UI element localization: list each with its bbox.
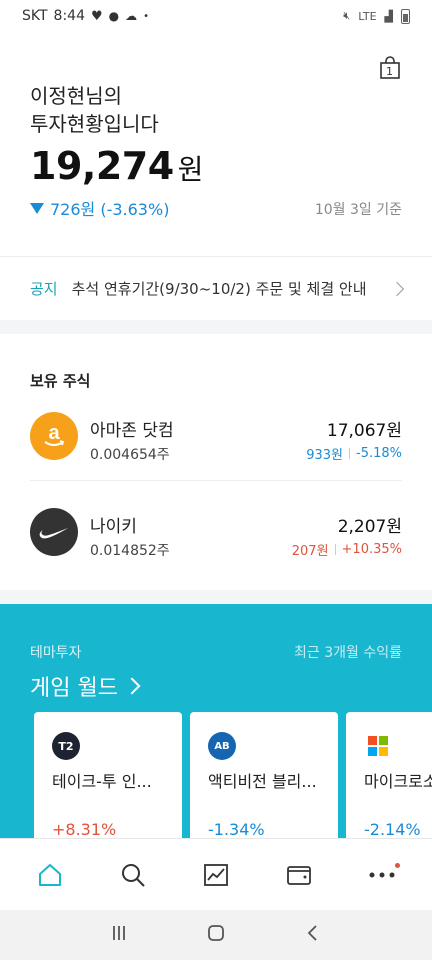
carrier-label: SKT bbox=[22, 8, 48, 24]
change-percent: +10.35% bbox=[341, 542, 402, 557]
cloud-icon: ☁ bbox=[125, 9, 138, 23]
stock-change: 207원 +10.35% bbox=[292, 540, 402, 559]
activision-logo-icon: AB bbox=[208, 732, 236, 760]
chart-icon bbox=[204, 863, 228, 886]
total-amount: 19,274 bbox=[30, 144, 174, 188]
total-value: 19,274 원 bbox=[30, 144, 203, 188]
stock-value: 17,067원 bbox=[326, 421, 402, 441]
theme-title: 게임 월드 bbox=[30, 676, 118, 701]
theme-label: 테마투자 bbox=[30, 645, 82, 661]
more-icon bbox=[369, 872, 395, 877]
logo-text: AB bbox=[214, 740, 230, 752]
nav-home[interactable] bbox=[20, 845, 80, 905]
theme-investment-section: 테마투자 최근 3개월 수익률 게임 월드 T2 테이크-투 인... +8.3… bbox=[0, 604, 432, 838]
theme-title-link[interactable]: 게임 월드 bbox=[30, 670, 141, 702]
card-name: 액티비전 블리... bbox=[208, 772, 317, 791]
greeting-line2: 투자현황입니다 bbox=[30, 112, 159, 136]
theme-card[interactable]: 마이크로소프트 -2.14% bbox=[346, 712, 432, 838]
stock-name: 아마존 닷컴 bbox=[90, 421, 174, 441]
notification-dot bbox=[395, 862, 401, 868]
signal-icon: ▟ bbox=[384, 9, 393, 23]
status-left: SKT 8:44 ♥ ● ☁ • bbox=[22, 8, 149, 24]
divider bbox=[334, 544, 336, 555]
nav-chart[interactable] bbox=[186, 845, 246, 905]
card-name: 마이크로소프트 bbox=[364, 772, 432, 791]
recent-apps-button[interactable] bbox=[110, 924, 128, 946]
cart-count: 1 bbox=[386, 65, 393, 78]
chevron-right-icon bbox=[123, 677, 141, 695]
network-label: LTE bbox=[358, 9, 377, 23]
home-circle-icon bbox=[208, 925, 224, 941]
talk-icon: ● bbox=[108, 9, 120, 23]
back-button[interactable] bbox=[304, 924, 322, 946]
theme-cards: T2 테이크-투 인... +8.31% AB 액티비전 블리... -1.34… bbox=[34, 712, 432, 838]
stock-name: 나이키 bbox=[90, 517, 137, 537]
greeting-line1: 이정현님의 bbox=[30, 84, 122, 108]
system-nav bbox=[0, 910, 432, 960]
nav-wallet[interactable] bbox=[269, 845, 329, 905]
down-arrow-icon bbox=[30, 202, 44, 214]
dot-icon: • bbox=[143, 10, 150, 22]
bottom-nav bbox=[0, 838, 432, 910]
card-rate: -1.34% bbox=[208, 820, 265, 838]
change-text: 726원 (-3.63%) bbox=[50, 200, 170, 219]
notice-banner[interactable]: 공지 추석 연휴기간(9/30~10/2) 주문 및 체결 안내 bbox=[0, 256, 432, 320]
change-amount: 207원 bbox=[291, 544, 329, 559]
nav-more[interactable] bbox=[352, 845, 412, 905]
cart-button[interactable]: 1 bbox=[378, 56, 402, 80]
card-name: 테이크-투 인... bbox=[52, 772, 152, 791]
svg-text:a: a bbox=[48, 422, 60, 444]
change-percent: -5.18% bbox=[356, 446, 402, 461]
amazon-logo-icon: a bbox=[30, 412, 78, 460]
theme-card[interactable]: AB 액티비전 블리... -1.34% bbox=[190, 712, 338, 838]
stock-value: 2,207원 bbox=[337, 517, 402, 537]
theme-period: 최근 3개월 수익률 bbox=[294, 645, 402, 661]
stock-row-nike[interactable]: 나이키 0.014852주 2,207원 207원 +10.35% bbox=[30, 504, 402, 568]
row-divider bbox=[30, 480, 402, 481]
holdings-section: 보유 주식 a 아마존 닷컴 0.004654주 17,067원 933원 -5… bbox=[0, 334, 432, 590]
as-of-date: 10월 3일 기준 bbox=[314, 202, 402, 218]
heart-icon: ♥ bbox=[91, 8, 103, 24]
status-bar: SKT 8:44 ♥ ● ☁ • 🔇︎ LTE ▟ bbox=[0, 0, 432, 32]
stock-qty: 0.004654주 bbox=[90, 447, 170, 463]
nike-logo-icon bbox=[30, 508, 78, 556]
stock-change: 933원 -5.18% bbox=[306, 444, 402, 463]
divider bbox=[349, 448, 350, 459]
greeting: 이정현님의 투자현황입니다 bbox=[30, 82, 159, 138]
stock-qty: 0.014852주 bbox=[90, 543, 170, 559]
take-two-logo-icon: T2 bbox=[52, 732, 80, 760]
recent-apps-icon bbox=[112, 926, 125, 940]
total-unit: 원 bbox=[177, 153, 204, 186]
logo-text: T2 bbox=[58, 739, 74, 753]
notice-text: 추석 연휴기간(9/30~10/2) 주문 및 체결 안내 bbox=[71, 280, 367, 298]
search-icon bbox=[121, 863, 145, 887]
theme-card[interactable]: T2 테이크-투 인... +8.31% bbox=[34, 712, 182, 838]
nav-search[interactable] bbox=[103, 845, 163, 905]
stock-row-amazon[interactable]: a 아마존 닷컴 0.004654주 17,067원 933원 -5.18% bbox=[30, 408, 402, 472]
notice-tag: 공지 bbox=[30, 280, 58, 298]
chevron-right-icon bbox=[389, 281, 405, 296]
back-icon bbox=[308, 925, 317, 941]
card-rate: +8.31% bbox=[52, 820, 117, 838]
home-icon bbox=[38, 863, 61, 886]
holdings-title: 보유 주식 bbox=[30, 372, 91, 390]
home-button[interactable] bbox=[207, 924, 225, 946]
status-right: 🔇︎ LTE ▟ bbox=[343, 8, 410, 24]
battery-icon bbox=[401, 8, 410, 24]
total-change: 726원 (-3.63%) bbox=[30, 196, 169, 220]
mute-icon: 🔇︎ bbox=[343, 9, 351, 22]
microsoft-logo-icon bbox=[364, 732, 392, 760]
change-amount: 933원 bbox=[306, 448, 343, 463]
card-rate: -2.14% bbox=[364, 820, 421, 838]
wallet-icon bbox=[287, 865, 312, 885]
portfolio-summary: 1 이정현님의 투자현황입니다 19,274 원 726원 (-3.63%) 1… bbox=[0, 32, 432, 256]
clock: 8:44 bbox=[53, 8, 85, 24]
